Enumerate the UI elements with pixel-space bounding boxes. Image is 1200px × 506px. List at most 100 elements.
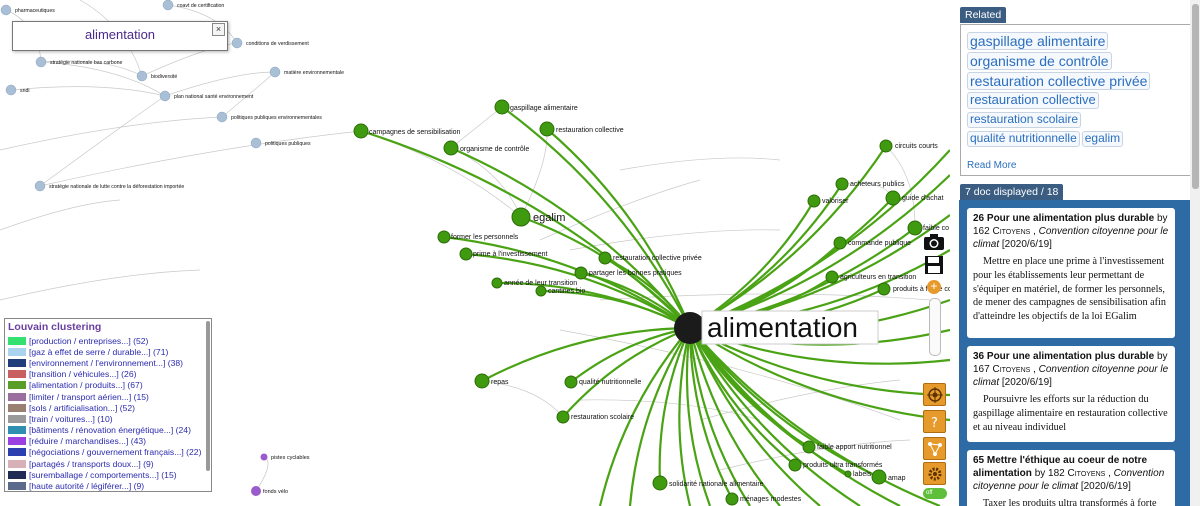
doc-title[interactable]: Pour une alimentation plus durable [987, 213, 1154, 224]
graph-node[interactable] [807, 194, 821, 208]
graph-node[interactable] [885, 190, 901, 206]
legend-item[interactable]: [négociations / gouvernement français...… [5, 447, 211, 458]
graph-node[interactable] [491, 277, 503, 289]
graph-node[interactable] [443, 140, 459, 156]
graph-node[interactable] [844, 470, 852, 478]
related-terms-box: gaspillage alimentaireorganisme de contr… [960, 24, 1191, 176]
graph-node[interactable] [35, 56, 47, 68]
related-tag[interactable]: restauration collective privée [967, 72, 1151, 91]
legend-item[interactable]: [réduire / marchandises...] (43) [5, 436, 211, 447]
legend-item[interactable]: [bâtiments / rénovation énergétique...] … [5, 425, 211, 436]
graph-node[interactable] [574, 266, 588, 280]
graph-node[interactable] [877, 282, 891, 296]
document-card[interactable]: 26 Pour une alimentation plus durable by… [967, 208, 1175, 338]
graph-node[interactable] [879, 139, 893, 153]
read-more-link[interactable]: Read More [967, 160, 1016, 171]
graph-node[interactable] [136, 70, 148, 82]
graph-node[interactable] [539, 121, 555, 137]
legend-swatch [8, 392, 26, 401]
doc-title[interactable]: Pour une alimentation plus durable [987, 351, 1154, 362]
graph-node-label: fonds vélo [263, 489, 288, 495]
center-view-button[interactable] [923, 383, 946, 406]
legend-item[interactable]: [environnement / l'environnement...] (38… [5, 357, 211, 368]
legend-item-label: [limiter / transport aérien...] (15) [29, 391, 149, 402]
graph-node-label: cantines bio [548, 288, 585, 295]
legend-item[interactable]: [transition / véhicules...] (26) [5, 369, 211, 380]
graph-node[interactable] [474, 373, 490, 389]
graph-node[interactable] [556, 410, 570, 424]
legend-item[interactable]: [alimentation / produits...] (67) [5, 380, 211, 391]
doc-date: [2020/6/19] [1080, 480, 1131, 492]
toggle-switch[interactable]: off [923, 488, 947, 499]
related-tag[interactable]: restauration collective [967, 92, 1099, 110]
layout-button[interactable] [923, 437, 946, 460]
selected-term-label: alimentation [84, 27, 156, 42]
related-tag[interactable]: restauration scolaire [967, 112, 1082, 129]
graph-node[interactable] [871, 469, 887, 485]
graph-node[interactable] [459, 247, 473, 261]
graph-node[interactable] [437, 230, 451, 244]
graph-node[interactable] [216, 111, 228, 123]
legend-item[interactable]: [train / voitures...] (10) [5, 413, 211, 424]
graph-node[interactable] [652, 475, 668, 491]
graph-node[interactable] [162, 0, 174, 11]
zoom-slider[interactable] [929, 298, 941, 356]
related-tag[interactable]: organisme de contrôle [967, 52, 1112, 71]
legend-item[interactable]: [production / entreprises...] (52) [5, 335, 211, 346]
graph-node[interactable] [250, 137, 262, 149]
graph-edge [688, 327, 751, 506]
graph-node[interactable] [34, 180, 46, 192]
graph-node[interactable] [788, 458, 802, 472]
camera-icon[interactable] [923, 233, 945, 251]
graph-node[interactable] [5, 84, 17, 96]
graph-node[interactable] [251, 486, 261, 496]
tab-related[interactable]: Related [960, 7, 1007, 23]
close-icon[interactable]: × [212, 23, 225, 36]
graph-node[interactable] [535, 285, 547, 297]
legend-item[interactable]: [gaz à effet de serre / durable...] (71) [5, 346, 211, 357]
selected-term-box[interactable]: alimentation × [12, 21, 228, 51]
graph-node[interactable] [598, 251, 612, 265]
graph-node[interactable] [231, 37, 243, 49]
legend-item[interactable]: [suremballage / comportements...] (15) [5, 469, 211, 480]
legend-item-label: [partagés / transports doux...] (9) [29, 458, 154, 469]
legend-item[interactable]: [sols / artificialisation...] (52) [5, 402, 211, 413]
graph-node[interactable] [0, 4, 12, 16]
center-node[interactable]: alimentation [674, 310, 879, 345]
graph-node[interactable] [825, 270, 839, 284]
legend-item[interactable]: [limiter / transport aérien...] (15) [5, 391, 211, 402]
graph-edge [619, 157, 781, 171]
related-tag[interactable]: egalim [1081, 131, 1124, 147]
page-scrollbar-thumb[interactable] [1192, 4, 1199, 189]
graph-edge [689, 200, 815, 329]
graph-node[interactable] [159, 90, 171, 102]
graph-node[interactable] [802, 440, 816, 454]
document-card[interactable]: 36 Pour une alimentation plus durable by… [967, 346, 1175, 442]
legend-scrollbar[interactable] [206, 321, 210, 471]
graph-node[interactable] [835, 177, 849, 191]
legend-item[interactable]: [partagés / transports doux...] (9) [5, 458, 211, 469]
legend-item[interactable]: [haute autorité / légiférer...] (9) [5, 480, 211, 491]
graph-node-label: restauration scolaire [571, 414, 634, 421]
help-button[interactable]: ? [923, 410, 946, 433]
document-card[interactable]: 65 Mettre l'éthique au coeur de notre al… [967, 450, 1175, 506]
graph-node[interactable] [511, 207, 531, 227]
save-icon[interactable] [924, 255, 944, 275]
zoom-in-button[interactable]: + [927, 280, 941, 294]
related-tag[interactable]: qualité nutritionnelle [967, 131, 1080, 147]
graph-node[interactable] [353, 123, 369, 139]
graph-node[interactable] [494, 99, 510, 115]
related-tag[interactable]: gaspillage alimentaire [967, 32, 1109, 51]
graph-node[interactable] [260, 453, 268, 461]
graph-node[interactable] [564, 375, 578, 389]
graph-node[interactable] [907, 220, 923, 236]
graph-node[interactable] [725, 492, 739, 506]
settings-button[interactable] [923, 462, 946, 485]
legend-item-label: [négociations / gouvernement français...… [29, 447, 202, 458]
graph-node[interactable] [269, 66, 281, 78]
related-tags: gaspillage alimentaireorganisme de contr… [961, 25, 1190, 148]
tab-docs-displayed[interactable]: 7 doc displayed / 18 [960, 184, 1064, 200]
graph-edge [520, 128, 548, 218]
graph-node[interactable] [833, 236, 847, 250]
center-node-label: alimentation [707, 312, 858, 343]
